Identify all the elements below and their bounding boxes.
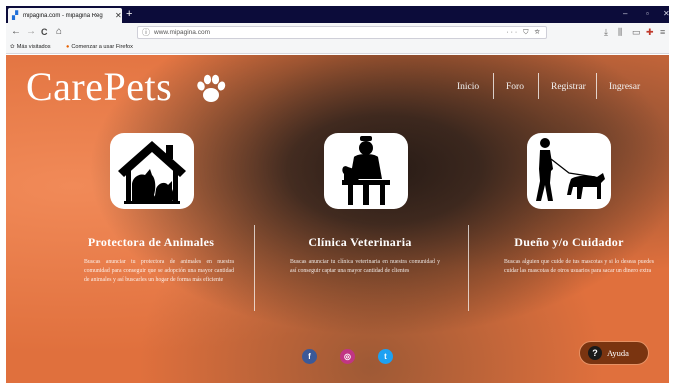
browser-window: ▞ mipagina.com - mipagina Reg ✕ + – ▫ ✕ …	[6, 6, 669, 383]
bookmark-label: Más visitados	[16, 44, 51, 50]
favicon-icon: ▞	[12, 10, 19, 20]
twitter-icon[interactable]: t	[378, 349, 393, 364]
home-button[interactable]: ⌂	[56, 26, 62, 38]
menu-icon[interactable]: ≡	[660, 26, 665, 38]
nav-inicio[interactable]: Inicio	[457, 81, 479, 93]
paw-icon	[197, 74, 226, 102]
url-text[interactable]: www.mipagina.com	[154, 27, 210, 38]
nav-ingresar[interactable]: Ingresar	[609, 81, 640, 93]
card-divider	[254, 225, 255, 311]
bookmark-most-visited[interactable]: ✿ Más visitados	[10, 42, 51, 53]
tab-close-icon[interactable]: ✕	[115, 11, 122, 20]
help-button[interactable]: ? Ayuda	[579, 341, 649, 365]
facebook-icon[interactable]: f	[302, 349, 317, 364]
veterinarian-icon[interactable]	[324, 133, 408, 209]
shelter-house-icon[interactable]	[110, 133, 194, 209]
bookmark-firefox[interactable]: ● Comenzar a usar Firefox	[66, 42, 133, 53]
card-description: Buscas anunciar tu clínica veterinaria e…	[290, 259, 440, 274]
page-content: CarePets Inicio Foro Registrar Ingresar	[6, 55, 669, 383]
card-description: Buscas anunciar tu protectora de animale…	[84, 259, 234, 283]
navigation-bar: ← → C ⌂ ⓘ www.mipagina.com ··· ⛉ ☆ ⤓ ⫼ ▭…	[6, 23, 669, 42]
close-window-button[interactable]: ✕	[663, 9, 669, 19]
maximize-button[interactable]: ▫	[646, 9, 649, 19]
back-button[interactable]: ←	[11, 26, 21, 38]
nav-foro[interactable]: Foro	[506, 81, 524, 93]
browser-tab[interactable]: ▞ mipagina.com - mipagina Reg ✕	[8, 8, 122, 23]
question-icon: ?	[588, 346, 602, 360]
bookmarks-bar: ✿ Más visitados ● Comenzar a usar Firefox	[6, 42, 669, 54]
nav-divider	[538, 73, 539, 99]
sidebar-icon[interactable]: ▭	[632, 26, 641, 38]
library-icon[interactable]: ⫼	[618, 26, 622, 38]
forward-button[interactable]: →	[26, 26, 36, 38]
dog-walker-icon[interactable]	[527, 133, 611, 209]
tab-title: mipagina.com - mipagina Reg	[23, 12, 103, 19]
page-actions[interactable]: ··· ⛉ ☆	[506, 27, 542, 38]
nav-divider	[493, 73, 494, 99]
bookmark-label: Comenzar a usar Firefox	[71, 44, 133, 50]
card-description: Buscas alguien que cuide de tus mascotas…	[504, 259, 654, 274]
nav-registrar[interactable]: Registrar	[551, 81, 586, 93]
tab-bar: ▞ mipagina.com - mipagina Reg ✕ + – ▫ ✕	[6, 6, 669, 23]
card-divider	[468, 225, 469, 311]
help-label: Ayuda	[607, 348, 629, 358]
site-logo[interactable]: CarePets	[26, 65, 172, 109]
card-title-protectora[interactable]: Protectora de Animales	[56, 235, 246, 249]
new-tab-button[interactable]: +	[126, 7, 132, 21]
firefox-icon: ●	[66, 44, 70, 50]
reload-button[interactable]: C	[41, 26, 48, 38]
gear-icon: ✿	[10, 44, 15, 50]
url-bar[interactable]: ⓘ www.mipagina.com ··· ⛉ ☆	[137, 26, 547, 39]
card-title-dueno[interactable]: Dueño y/o Cuidador	[474, 235, 664, 249]
card-title-clinica[interactable]: Clínica Veterinaria	[265, 235, 455, 249]
instagram-icon[interactable]: ◎	[340, 349, 355, 364]
nav-divider	[596, 73, 597, 99]
info-icon[interactable]: ⓘ	[142, 27, 150, 38]
extension-icon[interactable]: ✚	[646, 26, 654, 38]
download-icon[interactable]: ⤓	[604, 26, 608, 38]
minimize-button[interactable]: –	[623, 9, 627, 19]
